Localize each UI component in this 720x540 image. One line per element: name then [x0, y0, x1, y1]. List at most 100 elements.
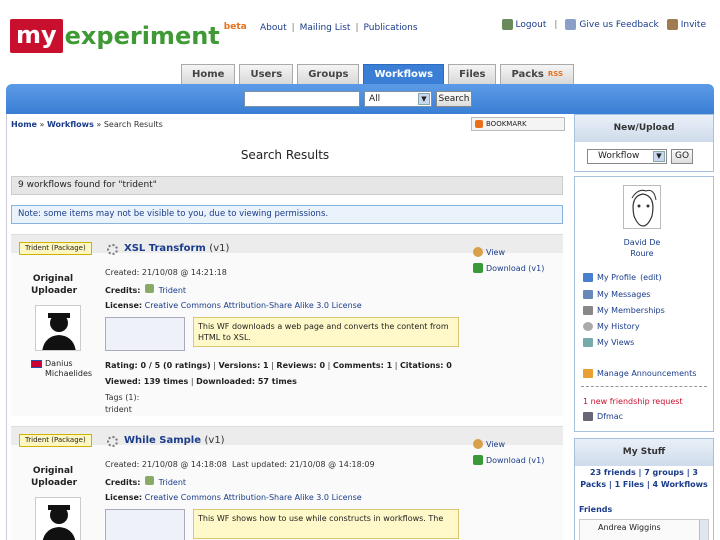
tab-files[interactable]: Files	[448, 64, 497, 84]
workflow-description: This WF downloads a web page and convert…	[193, 317, 459, 347]
invite-link[interactable]: Invite	[666, 19, 706, 30]
workflow-title[interactable]: While Sample (v1)	[124, 435, 225, 446]
bookmark-button[interactable]: BOOKMARK	[471, 117, 565, 131]
search-button[interactable]: Search	[436, 91, 472, 107]
tab-home[interactable]: Home	[181, 64, 236, 84]
breadcrumb-separator: »	[39, 120, 45, 129]
menu-label: My History	[597, 322, 640, 331]
manage-announcements-link[interactable]: Manage Announcements	[583, 369, 696, 378]
nav-mailing-list-link[interactable]: Mailing List	[300, 23, 351, 33]
credits-link[interactable]: Trident	[159, 286, 186, 295]
uploader-label: Original Uploader	[31, 274, 78, 296]
sidebar-divider	[581, 386, 707, 387]
new-upload-select[interactable]: Workflow ▼	[587, 149, 667, 164]
magnifier-icon	[473, 439, 483, 449]
user-avatar[interactable]	[623, 185, 661, 229]
dates-line: Created: 21/10/08 @ 14:18:08 Last update…	[105, 460, 375, 469]
workflow-title[interactable]: XSL Transform (v1)	[124, 243, 229, 254]
nav-about-link[interactable]: About	[260, 23, 287, 33]
view-link[interactable]: View	[473, 247, 505, 257]
search-type-select[interactable]: All ▼	[364, 91, 432, 107]
feedback-link[interactable]: Give us Feedback	[565, 19, 659, 30]
user-box: David De Roure My Profile (edit) My Mess…	[574, 176, 714, 432]
tab-packs[interactable]: Packs RSS	[500, 64, 574, 84]
download-link[interactable]: Download (v1)	[473, 263, 544, 273]
view-link[interactable]: View	[473, 439, 505, 449]
menu-my-views[interactable]: My Views	[583, 338, 634, 347]
go-button[interactable]: GO	[671, 149, 693, 164]
workflow-type-icon	[107, 436, 118, 447]
menu-my-memberships[interactable]: My Memberships	[583, 306, 665, 315]
tab-groups[interactable]: Groups	[297, 64, 360, 84]
workflow-type-icon	[107, 244, 118, 255]
menu-my-history[interactable]: My History	[583, 322, 640, 331]
license-link[interactable]: Creative Commons Attribution-Share Alike…	[145, 301, 362, 310]
license-label: License:	[105, 493, 143, 502]
main-tabs: Home Users Groups Workflows Files Packs R…	[181, 64, 574, 84]
nav-publications-link[interactable]: Publications	[364, 23, 418, 33]
nav-separator: |	[291, 23, 295, 33]
uploader-avatar[interactable]	[35, 305, 81, 351]
menu-my-profile[interactable]: My Profile (edit)	[583, 273, 662, 282]
user-name[interactable]: David De Roure	[615, 237, 669, 259]
uploader-avatar[interactable]	[35, 497, 81, 540]
workflow-result: Trident (Package) Original Uploader Dani…	[11, 234, 563, 416]
page-title: Search Results	[240, 148, 330, 162]
credits-link[interactable]: Trident	[159, 478, 186, 487]
flag-icon	[31, 360, 42, 368]
workflow-version: (v1)	[209, 243, 230, 254]
my-stuff-title: My Stuff	[575, 439, 713, 466]
license-line: License: Creative Commons Attribution-Sh…	[105, 301, 362, 310]
breadcrumb-workflows[interactable]: Workflows	[47, 120, 94, 129]
friend-request-user[interactable]: Dfmac	[583, 412, 623, 421]
logout-icon	[501, 19, 513, 30]
menu-my-messages[interactable]: My Messages	[583, 290, 650, 299]
citations-count[interactable]: Citations: 0	[400, 361, 452, 370]
announcements-label: Manage Announcements	[597, 369, 697, 378]
workflow-thumbnail[interactable]	[105, 509, 185, 540]
edit-profile-link[interactable]: (edit)	[640, 273, 662, 282]
uploader-label: Original Uploader	[31, 466, 78, 488]
search-type-value: All	[369, 94, 381, 104]
main-content: Home » Workflows » Search Results BOOKMA…	[6, 114, 568, 540]
logout-link[interactable]: Logout	[501, 19, 546, 30]
friends-scrollbar[interactable]	[699, 520, 708, 540]
tab-users[interactable]: Users	[239, 64, 294, 84]
versions-count[interactable]: Versions: 1	[218, 361, 268, 370]
my-stuff-box: My Stuff 23 friends | 7 groups | 3 Packs…	[574, 438, 714, 540]
friend-request-link[interactable]: 1 new friendship request	[583, 397, 683, 406]
download-label: Download (v1)	[486, 455, 545, 465]
feedback-label: Give us Feedback	[579, 19, 659, 30]
download-arrow-icon	[473, 263, 483, 273]
user-icon	[583, 412, 593, 421]
rss-icon[interactable]: RSS	[548, 65, 563, 84]
download-link[interactable]: Download (v1)	[473, 455, 544, 465]
tab-users-label: Users	[250, 69, 283, 80]
uploader-name[interactable]: Danius Michaelides	[31, 359, 101, 379]
friend-list-item[interactable]: Andrea Wiggins	[598, 523, 661, 532]
logo-beta: beta	[223, 22, 247, 32]
search-band	[6, 84, 714, 114]
license-link[interactable]: Creative Commons Attribution-Share Alike…	[145, 493, 362, 502]
menu-label: My Messages	[597, 290, 651, 299]
license-label: License:	[105, 301, 143, 310]
search-input[interactable]	[244, 91, 360, 107]
feedback-icon	[565, 19, 577, 30]
credits-line: Credits: Trident	[105, 476, 186, 487]
envelope-icon	[583, 290, 593, 299]
new-upload-select-value: Workflow	[598, 151, 640, 161]
rating[interactable]: Rating: 0 / 5 (0 ratings)	[105, 361, 211, 370]
breadcrumb-home[interactable]: Home	[11, 120, 37, 129]
tag-link[interactable]: trident	[105, 405, 132, 414]
breadcrumb: Home » Workflows » Search Results	[11, 120, 163, 129]
comments-count[interactable]: Comments: 1	[333, 361, 392, 370]
permissions-note: Note: some items may not be visible to y…	[11, 205, 563, 224]
package-badge: Trident (Package)	[19, 242, 92, 255]
magnifier-icon	[473, 247, 483, 257]
tab-workflows[interactable]: Workflows	[363, 64, 445, 84]
user-links: Logout | Give us Feedback Invite	[501, 19, 706, 30]
my-stuff-stats[interactable]: 23 friends | 7 groups | 3 Packs | 1 File…	[579, 467, 709, 491]
workflow-thumbnail[interactable]	[105, 317, 185, 351]
site-logo[interactable]: my experiment beta	[10, 18, 247, 54]
reviews-count[interactable]: Reviews: 0	[276, 361, 325, 370]
